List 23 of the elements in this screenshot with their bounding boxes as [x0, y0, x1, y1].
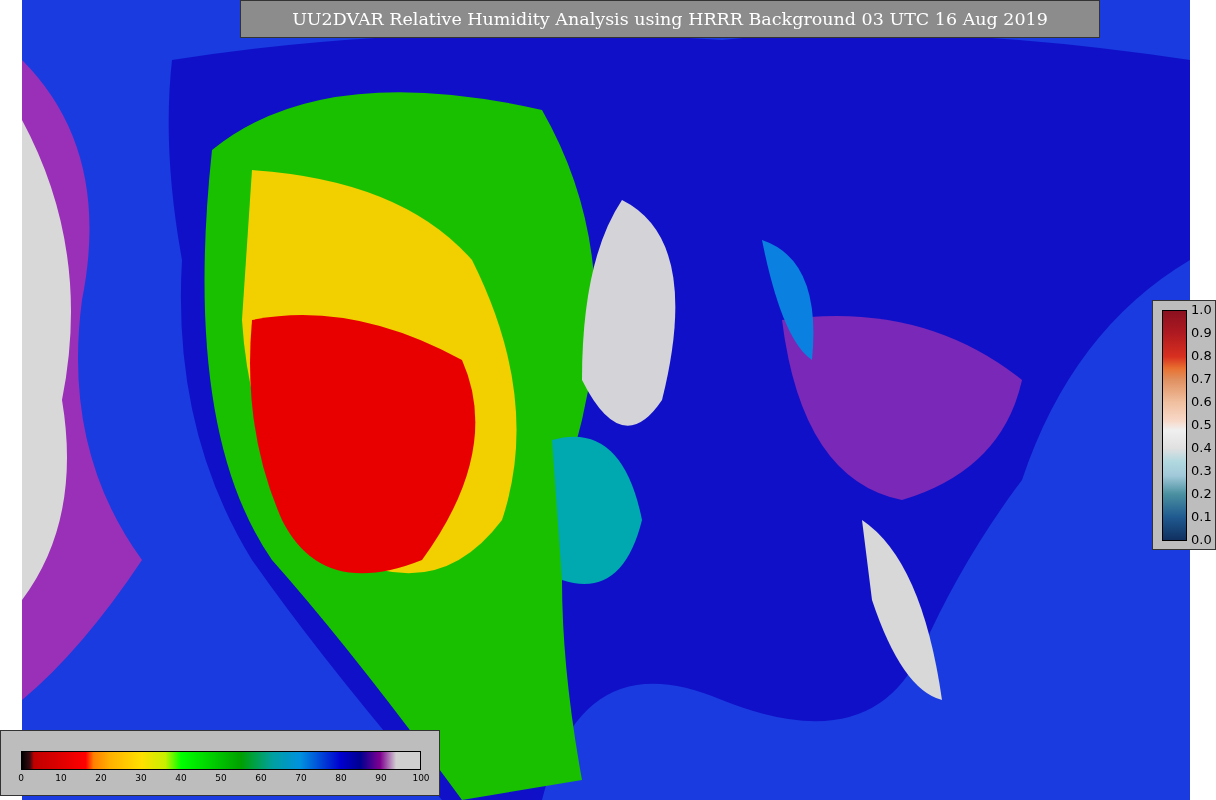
tick-label: 0	[17, 773, 25, 783]
tick-label: 10	[54, 773, 68, 783]
map-title: UU2DVAR Relative Humidity Analysis using HRRR Background 03 UTC 16 Aug 2019	[240, 0, 1100, 38]
tick-label: 40	[174, 773, 188, 783]
tick-label: 0.2	[1191, 487, 1212, 501]
tick-label: 70	[294, 773, 308, 783]
tick-label: 60	[254, 773, 268, 783]
tick-label: 1.0	[1191, 303, 1212, 317]
tick-label: 0.8	[1191, 349, 1212, 363]
tick-label: 20	[94, 773, 108, 783]
tick-label: 30	[134, 773, 148, 783]
tick-label: 50	[214, 773, 228, 783]
tick-label: 90	[374, 773, 388, 783]
tick-label: 0.4	[1191, 441, 1212, 455]
tick-label: 0.7	[1191, 372, 1212, 386]
tick-label: 0.1	[1191, 510, 1212, 524]
tick-label: 100	[411, 773, 431, 783]
tick-label: 0.0	[1191, 533, 1212, 547]
tick-label: 80	[334, 773, 348, 783]
tick-label: 0.3	[1191, 464, 1212, 478]
tick-label: 0.9	[1191, 326, 1212, 340]
tick-label: 0.5	[1191, 418, 1212, 432]
tick-label: 0.6	[1191, 395, 1212, 409]
